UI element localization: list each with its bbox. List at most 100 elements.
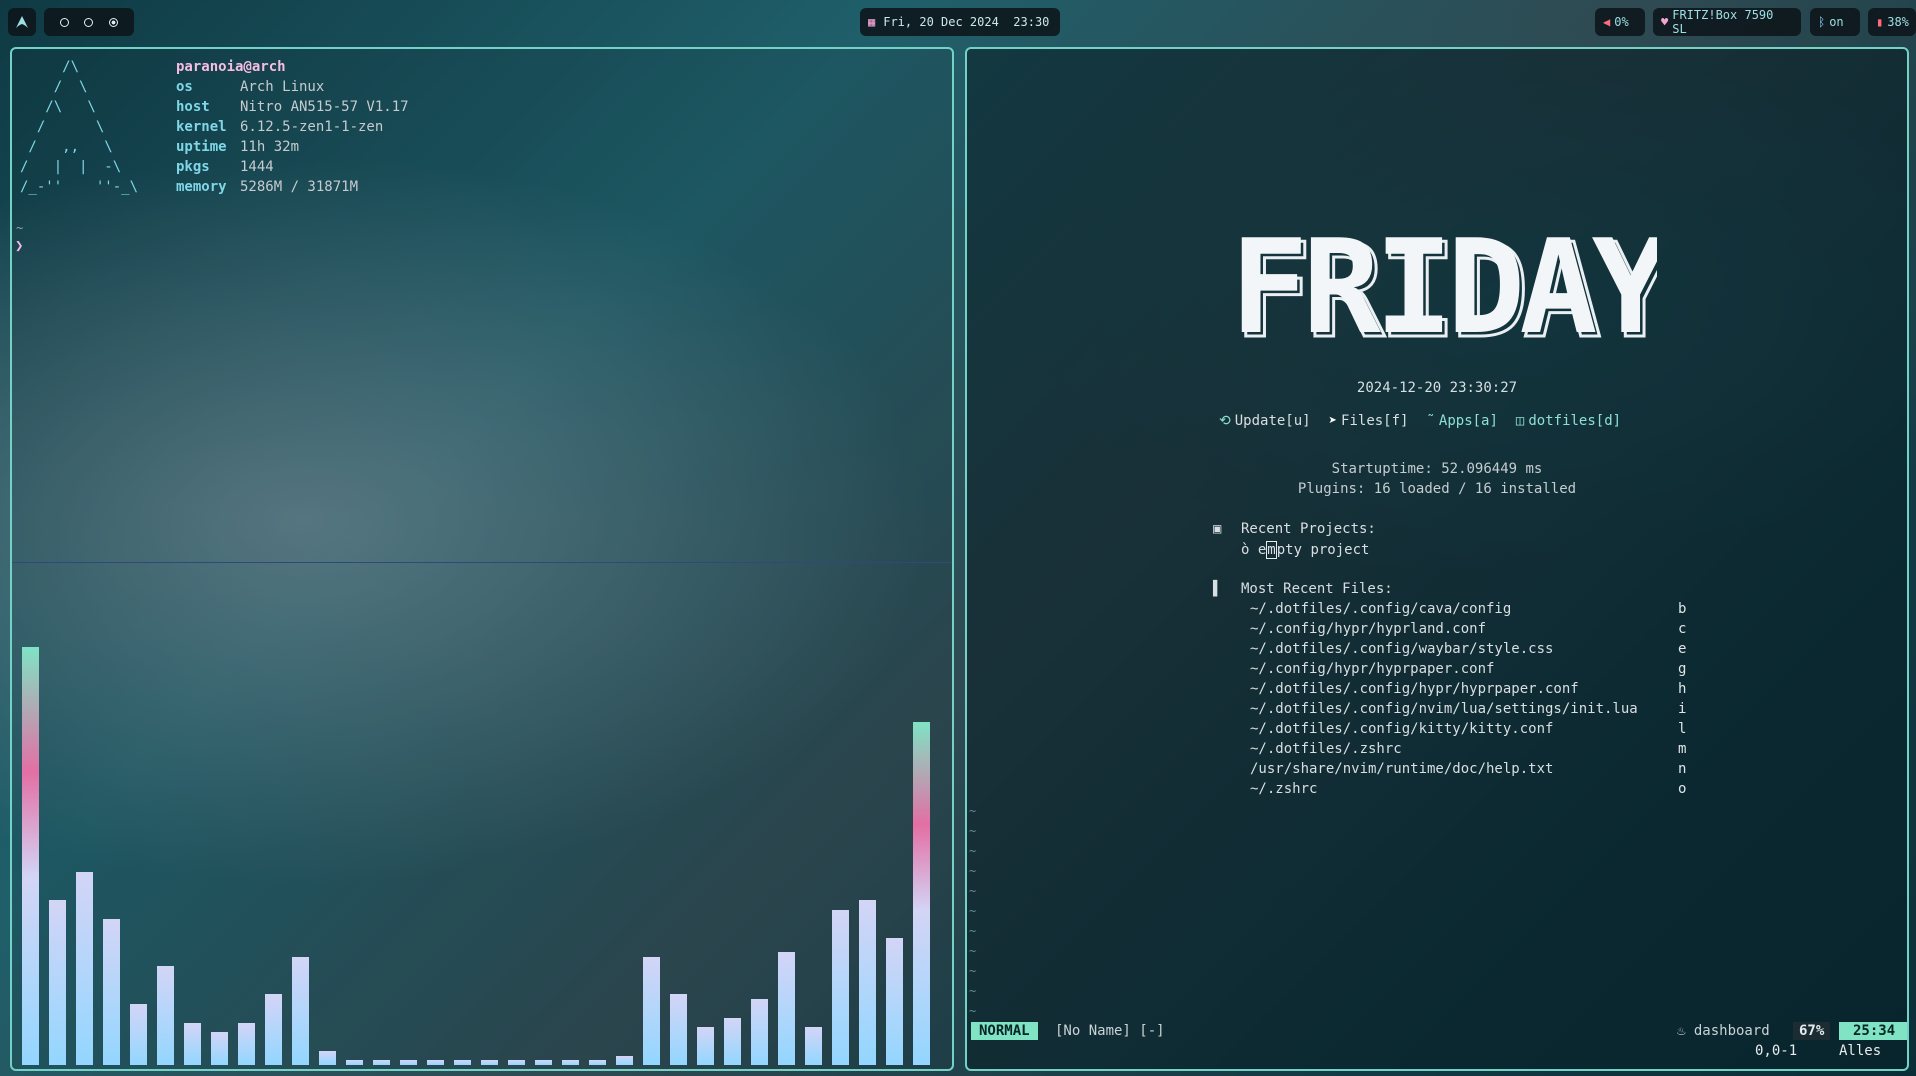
friday-header-art: FRIDAY FRIDAY [1237, 224, 1657, 354]
file-key: m [1678, 741, 1687, 757]
workspace-1-icon[interactable] [59, 17, 69, 27]
launcher-button[interactable] [8, 8, 36, 36]
nvim-window[interactable]: FRIDAY FRIDAY 2024-12-20 23:30:27 ⟲ Updat… [965, 47, 1909, 1071]
cava-bar [103, 919, 120, 1065]
workspace-switcher [44, 8, 134, 36]
dotfiles-label: dotfiles[d] [1528, 413, 1622, 429]
fastfetch-terminal[interactable]: /\ / \ /\ \ / \ / ,, \ / | | -\ /_-'' ''… [12, 49, 952, 563]
cava-bar [265, 994, 282, 1065]
file-path: ~/.dotfiles/.config/kitty/kitty.conf [1250, 721, 1554, 737]
wifi-widget[interactable]: ♥ FRITZ!Box 7590 SL [1653, 8, 1801, 36]
mode-indicator: NORMAL [971, 1022, 1038, 1040]
cava-bar [427, 1060, 444, 1065]
file-key: i [1678, 701, 1687, 717]
bluetooth-widget[interactable]: ᛒ on [1810, 8, 1860, 36]
cava-bar [22, 647, 39, 1065]
list-item[interactable]: ~/.dotfiles/.config/kitty/kitty.conf l [1250, 721, 1686, 741]
update-button[interactable]: ⟲ Update[u] [1219, 413, 1311, 429]
dashboard-buttons: ⟲ Update[u] ➤ Files[f] ˜ Apps[a] ◫ dotfiles[… [1219, 413, 1621, 429]
file-path: ~/.dotfiles/.config/cava/config [1250, 601, 1512, 617]
file-key: g [1678, 661, 1687, 677]
flame-icon: ♨ [1677, 1023, 1694, 1039]
empty-project-post: pty project [1276, 542, 1370, 558]
file-path: ~/.dotfiles/.zshrc [1250, 741, 1402, 757]
file-path: ~/.config/hypr/hyprland.conf [1250, 621, 1487, 637]
cava-bar [481, 1060, 498, 1065]
empty-project[interactable]: ò empty project [1241, 541, 1369, 559]
info-key: kernel [176, 119, 227, 135]
battery-text: 38% [1887, 15, 1909, 29]
cava-bar [670, 994, 687, 1065]
apps-label: Apps[a] [1438, 413, 1498, 429]
cava-bar [589, 1060, 606, 1065]
file-key: c [1678, 621, 1687, 637]
list-item[interactable]: /usr/share/nvim/runtime/doc/help.txt n [1250, 761, 1686, 781]
cava-bar [184, 1023, 201, 1065]
cava-bar [832, 910, 849, 1065]
cava-bar [454, 1060, 471, 1065]
cava-bar [400, 1060, 417, 1065]
cava-bar [724, 1018, 741, 1065]
info-key: host [176, 99, 210, 115]
bluetooth-icon: ᛒ [1818, 15, 1826, 29]
info-key: uptime [176, 139, 227, 155]
user-host: paranoia@arch [176, 59, 286, 75]
nvim-cmdline[interactable]: 0,0-1 Alles [971, 1043, 1899, 1063]
info-value: Nitro AN515-57 V1.17 [240, 99, 409, 115]
cursor-position: 0,0-1 [1755, 1043, 1798, 1059]
scroll-percent: 67% [1793, 1022, 1831, 1040]
list-item[interactable]: ~/.dotfiles/.config/hypr/hyprpaper.conf h [1250, 681, 1686, 701]
workspace-2-icon[interactable] [84, 17, 94, 27]
speaker-icon: ◀ [1603, 15, 1611, 29]
cava-bar [157, 966, 174, 1065]
wifi-text: FRITZ!Box 7590 SL [1672, 8, 1774, 36]
clock-widget[interactable]: ▦ Fri, 20 Dec 2024 23:30 [860, 8, 1060, 36]
cava-bar [508, 1060, 525, 1065]
battery-icon: ▮ [1876, 15, 1884, 29]
info-value: Arch Linux [240, 79, 325, 95]
cava-bar [616, 1056, 633, 1065]
workspace-3-icon[interactable] [109, 17, 119, 27]
file-key: o [1678, 781, 1687, 797]
terminal-window[interactable]: /\ / \ /\ \ / \ / ,, \ / | | -\ /_-'' ''… [10, 47, 954, 1071]
file-path: ~/.dotfiles/.config/nvim/lua/settings/in… [1250, 701, 1638, 717]
info-value: 5286M / 31871M [240, 179, 359, 195]
cava-bar [697, 1027, 714, 1065]
dashboard-datetime: 2024-12-20 23:30:27 [1356, 380, 1518, 396]
cava-bar [913, 722, 930, 1065]
volume-widget[interactable]: ◀ 0% [1595, 8, 1645, 36]
list-item[interactable]: ~/.dotfiles/.config/waybar/style.css e [1250, 641, 1686, 661]
volume-text: 0% [1614, 15, 1629, 29]
battery-widget[interactable]: ▮ 38% [1868, 8, 1916, 36]
empty-project-pre: ò e [1241, 542, 1267, 558]
dotfiles-button[interactable]: ◫ dotfiles[d] [1516, 413, 1621, 429]
friday-text: FRIDAY [1237, 224, 1657, 354]
editor-cursor: m [1266, 541, 1277, 559]
list-item[interactable]: ~/.config/hypr/hyprland.conf c [1250, 621, 1686, 641]
list-item[interactable]: ~/.zshrc o [1250, 781, 1686, 801]
files-label: Files[f] [1341, 413, 1409, 429]
recent-files-title: Most Recent Files: [1241, 581, 1393, 597]
file-key: n [1678, 761, 1687, 777]
files-button[interactable]: ➤ Files[f] [1329, 413, 1409, 429]
list-item[interactable]: ~/.dotfiles/.config/cava/config b [1250, 601, 1686, 621]
nvim-statusline: NORMAL [No Name] [-] ♨ dashboard 67% 25:… [971, 1022, 1907, 1044]
info-key: os [176, 79, 193, 95]
file-key: l [1678, 721, 1687, 737]
refresh-icon: ⟲ [1219, 413, 1231, 429]
filetype-indicator: ♨ dashboard [1677, 1023, 1770, 1039]
tilde-icon: ˜ [1426, 413, 1435, 429]
info-key: pkgs [176, 159, 210, 175]
shell-prompt[interactable]: ❯ [15, 238, 23, 254]
cava-bar [886, 938, 903, 1065]
list-item[interactable]: ~/.dotfiles/.zshrc m [1250, 741, 1686, 761]
info-value: 1444 [240, 159, 274, 175]
list-item[interactable]: ~/.dotfiles/.config/nvim/lua/settings/in… [1250, 701, 1686, 721]
list-item[interactable]: ~/.config/hypr/hyprpaper.conf g [1250, 661, 1686, 681]
top-bar: ▦ Fri, 20 Dec 2024 23:30 ◀ 0% ♥ FRITZ!Bo… [0, 0, 1916, 44]
clock-text: Fri, 20 Dec 2024 23:30 [883, 15, 1050, 29]
file-icon: ▌ [1213, 581, 1222, 597]
file-path: /usr/share/nvim/runtime/doc/help.txt [1250, 761, 1554, 777]
apps-button[interactable]: ˜ Apps[a] [1426, 413, 1497, 429]
file-path: ~/.config/hypr/hyprpaper.conf [1250, 661, 1495, 677]
